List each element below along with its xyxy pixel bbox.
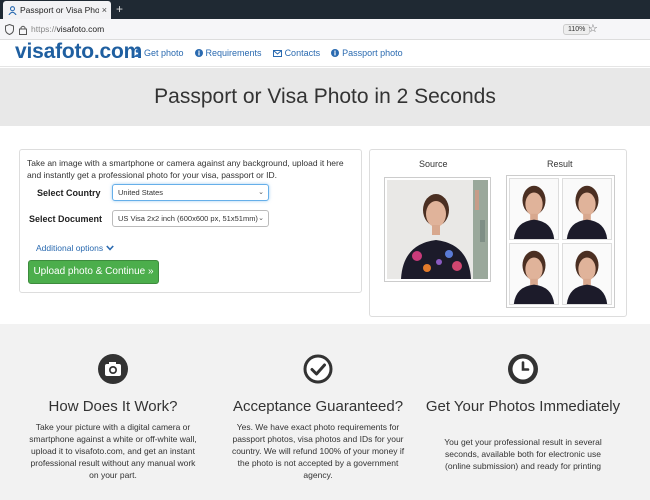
- checkmark-icon: [303, 354, 333, 384]
- tab-title: Passport or Visa Photo in ...: [20, 5, 99, 15]
- feature-title: How Does It Work?: [48, 398, 178, 415]
- person-favicon-icon: [7, 5, 17, 15]
- menu-label: Contacts: [284, 48, 321, 58]
- country-select[interactable]: United States ⌄: [112, 184, 269, 201]
- page-title: Passport or Visa Photo in 2 Seconds: [154, 85, 496, 108]
- country-label: Select Country: [37, 188, 101, 198]
- menu-item-contacts[interactable]: Contacts: [272, 48, 321, 58]
- zoom-indicator[interactable]: 110%: [563, 24, 591, 35]
- menu-item-get-photo[interactable]: Get photo: [134, 48, 184, 58]
- browser-address-bar: https://visafoto.com 110% ☆: [0, 19, 650, 40]
- document-label: Select Document: [29, 214, 103, 224]
- feature-title: Get Your Photos Immediately: [425, 398, 621, 415]
- result-photo: [562, 243, 612, 305]
- additional-options-link[interactable]: Additional options: [36, 243, 114, 253]
- clock-icon: [508, 354, 538, 384]
- upload-panel: Take an image with a smartphone or camer…: [19, 149, 362, 293]
- tab-close-icon[interactable]: ×: [102, 5, 107, 15]
- source-photo: [384, 177, 491, 282]
- info-icon: [194, 49, 203, 57]
- site-header: visafoto.com Get photo Requirements Cont…: [0, 40, 650, 67]
- main-menu: Get photo Requirements Contacts Passport…: [134, 48, 414, 58]
- chevron-down-icon: [106, 245, 114, 251]
- url-field[interactable]: https://visafoto.com: [31, 24, 104, 34]
- result-photo: [562, 178, 612, 240]
- url-protocol: https://: [31, 24, 57, 34]
- result-label: Result: [547, 159, 573, 169]
- menu-item-passport-photo[interactable]: Passport photo: [331, 48, 403, 58]
- menu-label: Requirements: [205, 48, 262, 58]
- shield-icon[interactable]: [5, 23, 14, 38]
- lock-icon[interactable]: [19, 24, 27, 38]
- hero-banner: Passport or Visa Photo in 2 Seconds: [0, 68, 650, 126]
- source-label: Source: [419, 159, 448, 169]
- menu-item-requirements[interactable]: Requirements: [194, 48, 262, 58]
- site-logo[interactable]: visafoto.com: [15, 40, 142, 64]
- feature-description: Take your picture with a digital camera …: [29, 422, 197, 480]
- camera-icon: [98, 354, 128, 384]
- feature-description: You get your professional result in seve…: [444, 437, 602, 471]
- chevron-down-icon: ⌄: [258, 215, 264, 222]
- result-photo: [509, 243, 559, 305]
- features-section: How Does It Work? Take your picture with…: [0, 324, 650, 500]
- source-portrait-image: [387, 180, 488, 279]
- menu-label: Get photo: [144, 48, 184, 58]
- browser-tab-bar: Passport or Visa Photo in ... × +: [0, 0, 650, 19]
- document-select-value: US Visa 2x2 inch (600x600 px, 51x51mm): [118, 214, 258, 223]
- additional-options-label: Additional options: [36, 243, 104, 253]
- person-icon: [134, 49, 141, 57]
- bookmark-star-icon[interactable]: ☆: [588, 22, 598, 35]
- upload-photo-button[interactable]: Upload photo & Continue »: [28, 260, 159, 284]
- upload-intro-text: Take an image with a smartphone or camer…: [27, 158, 344, 180]
- info-icon: [331, 49, 340, 57]
- preview-panel: Source Result: [369, 149, 627, 317]
- envelope-icon: [272, 49, 282, 57]
- result-photo: [509, 178, 559, 240]
- new-tab-button[interactable]: +: [116, 2, 123, 16]
- menu-label: Passport photo: [342, 48, 403, 58]
- document-select[interactable]: US Visa 2x2 inch (600x600 px, 51x51mm) ⌄: [112, 210, 269, 227]
- country-select-value: United States: [118, 188, 164, 197]
- result-photo-grid: [506, 175, 615, 308]
- feature-title: Acceptance Guaranteed?: [232, 398, 404, 415]
- browser-tab[interactable]: Passport or Visa Photo in ... ×: [3, 1, 111, 19]
- chevron-down-icon: ⌄: [258, 189, 264, 196]
- url-host: visafoto.com: [56, 24, 105, 34]
- feature-description: Yes. We have exact photo requirements fo…: [231, 422, 405, 480]
